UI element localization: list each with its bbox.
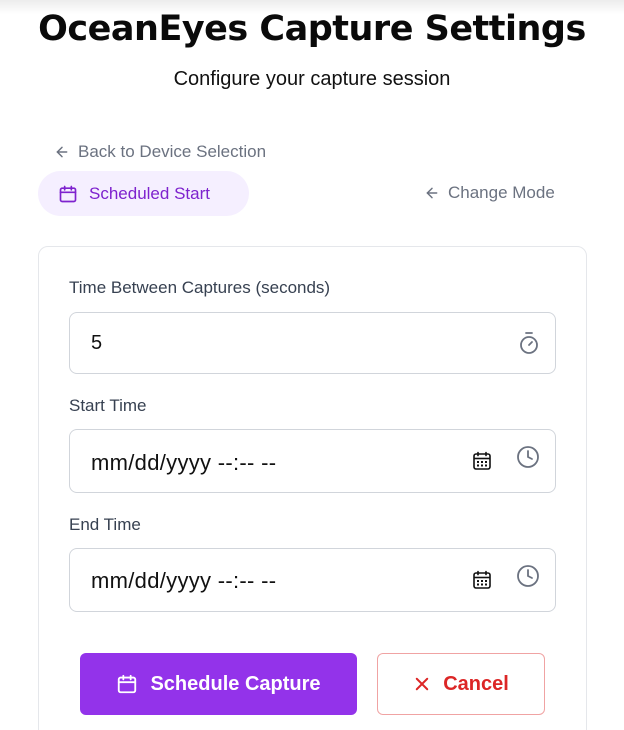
back-to-device-selection-link[interactable]: Back to Device Selection bbox=[54, 141, 266, 163]
calendar-icon bbox=[118, 674, 137, 694]
capture-settings-page: OceanEyes Capture Settings Configure you… bbox=[0, 0, 624, 730]
interval-label: Time Between Captures (seconds) bbox=[69, 278, 331, 297]
start-time-value: mm/dd/yyyy --:-- -- bbox=[91, 450, 277, 475]
end-time-input[interactable]: mm/dd/yyyy --:-- -- bbox=[69, 548, 556, 612]
back-link-label: Back to Device Selection bbox=[78, 142, 267, 161]
scheduled-start-mode-badge: Scheduled Start bbox=[38, 171, 249, 216]
calendar-icon[interactable] bbox=[472, 570, 492, 590]
arrow-left-icon bbox=[56, 146, 68, 158]
mode-label: Scheduled Start bbox=[89, 183, 210, 203]
change-mode-label: Change Mode bbox=[448, 183, 555, 202]
page-subtitle: Configure your capture session bbox=[173, 68, 451, 90]
change-mode-link[interactable]: Change Mode bbox=[424, 182, 555, 204]
calendar-icon[interactable] bbox=[472, 451, 492, 471]
calendar-icon bbox=[59, 185, 77, 202]
interval-value: 5 bbox=[91, 332, 103, 354]
interval-input[interactable]: 5 bbox=[69, 312, 556, 374]
end-time-value: mm/dd/yyyy --:-- -- bbox=[91, 568, 277, 593]
arrow-left-icon bbox=[426, 187, 438, 199]
cancel-label: Cancel bbox=[443, 672, 509, 695]
start-time-input[interactable]: mm/dd/yyyy --:-- -- bbox=[69, 429, 556, 493]
schedule-capture-button[interactable]: Schedule Capture bbox=[80, 653, 357, 715]
timer-icon bbox=[520, 332, 538, 354]
x-icon bbox=[415, 677, 429, 691]
cancel-button[interactable]: Cancel bbox=[377, 653, 545, 715]
end-time-label: End Time bbox=[69, 515, 141, 534]
clock-icon[interactable] bbox=[516, 445, 540, 469]
schedule-capture-label: Schedule Capture bbox=[150, 672, 321, 695]
start-time-label: Start Time bbox=[69, 396, 147, 415]
page-title: OceanEyes Capture Settings bbox=[38, 9, 586, 49]
clock-icon[interactable] bbox=[516, 564, 540, 588]
